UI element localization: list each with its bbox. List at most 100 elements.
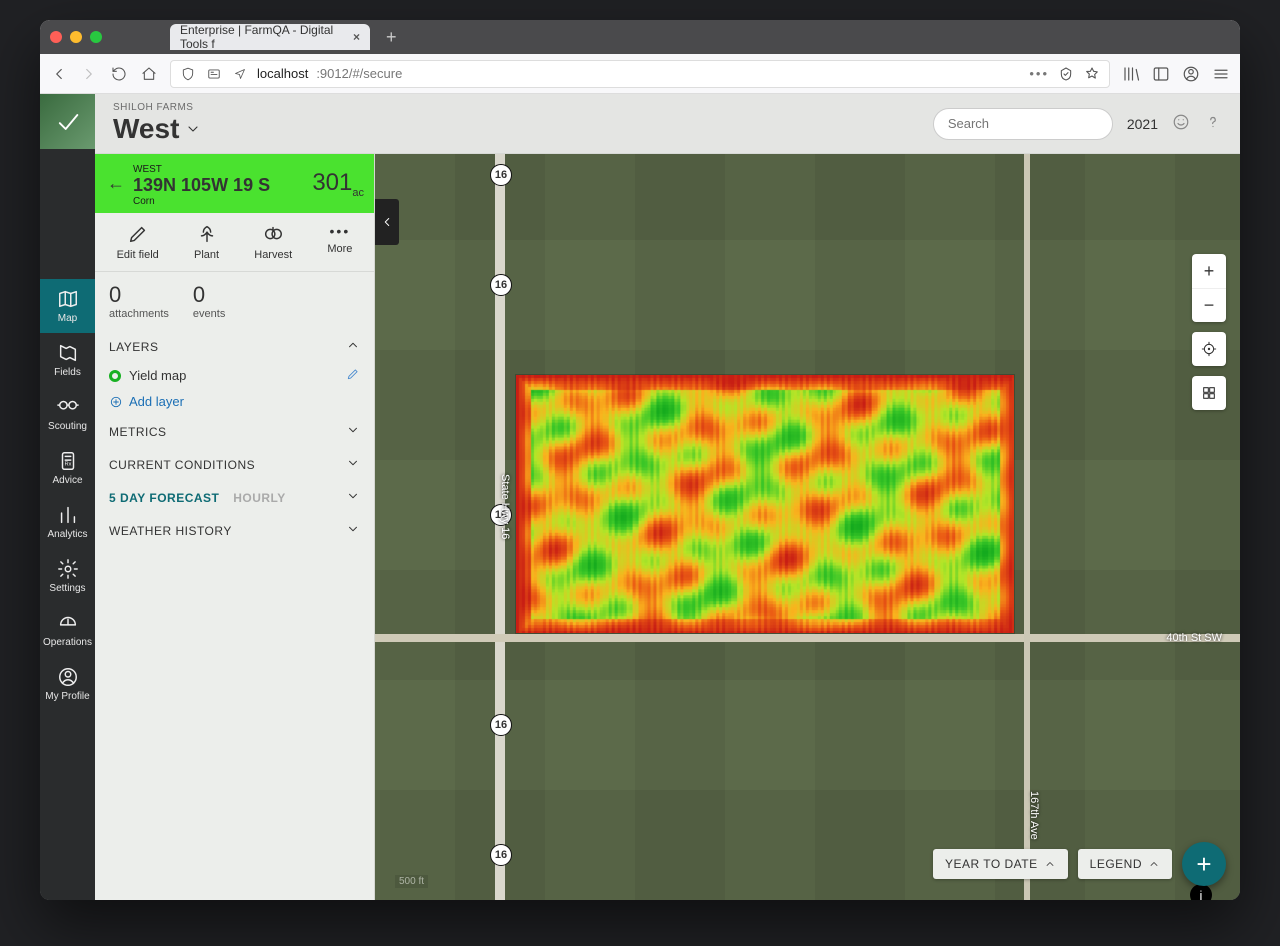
layer-label: Yield map [129,368,186,383]
close-window-button[interactable] [50,31,62,43]
app-shell: Map Fields Scouting Rx Advice Analytics … [40,94,1240,900]
nav-analytics[interactable]: Analytics [40,495,95,549]
chevron-up-icon [1044,858,1056,870]
attachments-label: attachments [109,308,169,320]
year-to-date-button[interactable]: YEAR TO DATE [933,849,1068,879]
edit-field-button[interactable]: Edit field [117,223,159,261]
reader-icon[interactable] [1057,65,1075,83]
account-icon[interactable] [1182,65,1200,83]
new-tab-button[interactable]: + [378,27,405,48]
url-field[interactable]: localhost:9012/#/secure ••• [170,60,1110,88]
history-section-header[interactable]: WEATHER HISTORY [95,514,374,547]
field-actions: Edit field Plant Harvest ••• More [95,213,374,272]
app-logo[interactable] [40,94,95,149]
nav-back-icon[interactable] [50,65,68,83]
harvest-button[interactable]: Harvest [254,223,292,261]
chevron-up-icon [1148,858,1160,870]
forecast-title: 5 DAY FORECAST [109,491,219,505]
reload-icon[interactable] [110,65,128,83]
edit-layer-icon[interactable] [346,367,360,384]
chevron-down-icon [346,423,360,440]
url-path: :9012/#/secure [316,66,402,81]
layer-visibility-icon[interactable] [109,370,121,382]
search-input[interactable] [933,108,1113,140]
maximize-window-button[interactable] [90,31,102,43]
zoom-in-button[interactable]: + [1192,254,1226,288]
events-label: events [193,308,225,320]
legend-label: LEGEND [1090,857,1142,871]
menu-icon[interactable] [1212,65,1230,83]
chevron-down-icon [185,121,201,137]
forecast-hourly[interactable]: HOURLY [233,491,286,505]
area-selector[interactable]: West [113,113,201,145]
bookmark-star-icon[interactable] [1083,65,1101,83]
more-button[interactable]: ••• More [327,223,352,261]
nav-map-label: Map [58,313,77,324]
nav-forward-icon [80,65,98,83]
area-name: West [113,113,179,145]
edit-field-label: Edit field [117,249,159,261]
chevron-down-icon [346,522,360,539]
feedback-icon[interactable] [1172,113,1190,134]
chevron-up-icon [346,338,360,355]
highway-shield: 16 [490,164,512,186]
field-panel: ← WEST 139N 105W 19 S Corn 301ac Edit fi… [95,154,375,900]
year-to-date-label: YEAR TO DATE [945,857,1038,871]
layer-yield-map[interactable]: Yield map [95,363,374,388]
metrics-title: METRICS [109,425,167,439]
acres-value: 301 [312,169,352,196]
zoom-out-button[interactable]: − [1192,288,1226,322]
add-layer-button[interactable]: Add layer [95,388,374,415]
nav-analytics-label: Analytics [47,529,87,540]
nav-fields[interactable]: Fields [40,333,95,387]
nav-advice[interactable]: Rx Advice [40,441,95,495]
nav-scouting[interactable]: Scouting [40,387,95,441]
plant-button[interactable]: Plant [194,223,219,261]
app-header: SHILOH FARMS West 2021 [95,94,1240,154]
attachments-stat[interactable]: 0 attachments [109,282,169,320]
map-scale: 500 ft [395,875,428,888]
nav-settings[interactable]: Settings [40,549,95,603]
nav-profile[interactable]: My Profile [40,657,95,711]
back-button[interactable]: ← [107,173,125,194]
permissions-icon[interactable] [205,65,223,83]
forecast-section-header[interactable]: 5 DAY FORECAST HOURLY [95,481,374,514]
legend-button[interactable]: LEGEND [1078,849,1172,879]
map-info-button[interactable]: i [1190,884,1212,900]
home-icon[interactable] [140,65,158,83]
field-crop: Corn [133,196,304,207]
titlebar: Enterprise | FarmQA - Digital Tools f × … [40,20,1240,54]
events-stat[interactable]: 0 events [193,282,225,320]
highway-shield: 16 [490,844,512,866]
conditions-title: CURRENT CONDITIONS [109,458,255,472]
metrics-section-header[interactable]: METRICS [95,415,374,448]
events-count: 0 [193,282,225,308]
collapse-panel-button[interactable] [375,199,399,245]
layers-section-header[interactable]: LAYERS [95,330,374,363]
layers-button[interactable] [1192,376,1226,410]
locate-me-button[interactable] [1192,332,1226,366]
conditions-section-header[interactable]: CURRENT CONDITIONS [95,448,374,481]
road-label-south: 167th Ave [1028,791,1040,840]
help-icon[interactable] [1204,113,1222,134]
nav-map[interactable]: Map [40,279,95,333]
nav-operations[interactable]: Operations [40,603,95,657]
sidebar-icon[interactable] [1152,65,1170,83]
address-bar: localhost:9012/#/secure ••• [40,54,1240,94]
acres-unit: ac [352,186,364,198]
year-selector[interactable]: 2021 [1127,116,1158,132]
field-name: 139N 105W 19 S [133,175,304,196]
close-tab-icon[interactable]: × [353,30,360,44]
road-label-hwy: State Hwy 16 [499,474,511,539]
url-more-icon[interactable]: ••• [1029,66,1049,81]
library-icon[interactable] [1122,65,1140,83]
more-icon: ••• [330,223,351,239]
add-fab-button[interactable]: + [1182,842,1226,886]
nav-scouting-label: Scouting [48,421,87,432]
nav-advice-label: Advice [52,475,82,486]
add-layer-label: Add layer [129,394,184,409]
plant-label: Plant [194,249,219,261]
browser-tab[interactable]: Enterprise | FarmQA - Digital Tools f × [170,24,370,50]
location-arrow-icon [231,65,249,83]
minimize-window-button[interactable] [70,31,82,43]
